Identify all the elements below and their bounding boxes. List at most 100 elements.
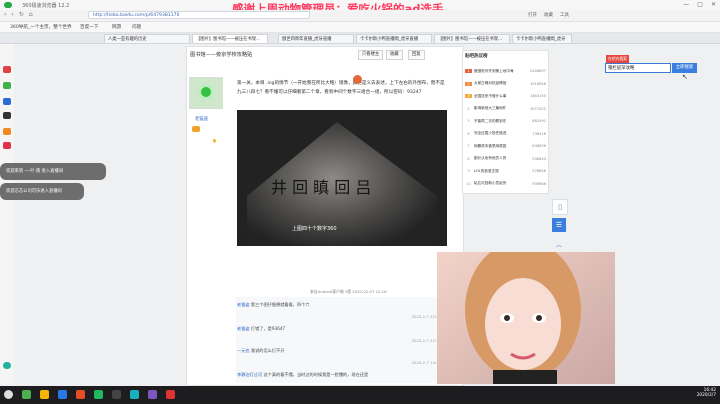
close-icon[interactable]: ✕ bbox=[711, 1, 716, 8]
gift-icon[interactable] bbox=[3, 128, 11, 135]
home-icon[interactable]: ⌂ bbox=[29, 11, 33, 18]
app-icon[interactable] bbox=[112, 390, 121, 399]
hot-label: LOL的英语正规 bbox=[474, 168, 499, 173]
list-item[interactable]: 3 全国送来不做什么事 1483150 bbox=[465, 90, 546, 103]
hot-count: 1918658 bbox=[529, 81, 546, 86]
list-item[interactable]: 1 傲慢机舟开到第上地中海 2248697 bbox=[465, 65, 546, 78]
comment-user[interactable]: 老猫盗 bbox=[237, 326, 250, 331]
browser-tab-active[interactable]: 【图片】图书馆——被压在书架... bbox=[192, 34, 268, 43]
weibo-icon[interactable] bbox=[3, 66, 11, 73]
back-to-top-icon[interactable]: ︿ bbox=[552, 240, 566, 250]
hot-label: 傲慢机舟开到第上地中海 bbox=[474, 68, 514, 73]
hot-count: 646836 bbox=[532, 144, 546, 149]
hot-label: 完全应国少投任候选 bbox=[474, 131, 507, 136]
app-icon[interactable] bbox=[3, 98, 11, 105]
minimize-icon[interactable]: — bbox=[683, 1, 689, 8]
list-item[interactable]: 7 网暴资本被禁用原因 646836 bbox=[465, 140, 546, 153]
settings-icon[interactable] bbox=[3, 362, 11, 369]
bookmark-item[interactable]: 360导航_一个主页，整个世界 bbox=[10, 24, 72, 30]
bookmark-item[interactable]: 百度一下 bbox=[80, 24, 98, 30]
share-icon[interactable]: ▯ bbox=[552, 199, 568, 215]
bookmark-item[interactable]: 网游 bbox=[112, 24, 121, 30]
author-name[interactable]: 老猫盗 bbox=[195, 116, 208, 122]
browser-icon[interactable] bbox=[22, 390, 31, 399]
level-badge-icon bbox=[192, 126, 200, 132]
browser-tab[interactable]: 傲世四周年直播_虎牙直播 bbox=[278, 34, 354, 43]
cursor-icon: ↖ bbox=[682, 73, 688, 81]
list-item[interactable]: 9 LOL的英语正规 576846 bbox=[465, 165, 546, 178]
comment-user[interactable]: 李静泊打过河 bbox=[237, 372, 262, 377]
hot-count: 1483150 bbox=[529, 94, 546, 99]
hot-count: 576846 bbox=[532, 169, 546, 174]
window-title: 360极速浏览器 12.2 bbox=[22, 3, 70, 9]
browser-tab[interactable]: 【图片】图书馆——被压在书架... bbox=[434, 34, 510, 43]
comment-user[interactable]: 老猫盗 bbox=[237, 302, 250, 307]
stone-tablet-image: 井 回 瞋 回 吕 bbox=[237, 110, 447, 246]
webcam-overlay bbox=[437, 252, 615, 384]
post-image[interactable]: 井 回 瞋 回 吕 上图四十个数字360 bbox=[237, 110, 447, 246]
avatar[interactable] bbox=[189, 77, 223, 109]
bookmark-item[interactable]: 问题 bbox=[132, 24, 141, 30]
hot-list: 贴吧热议榜 1 傲慢机舟开到第上地中海 2248697 2 大家正确对抗疫情指 … bbox=[462, 50, 549, 194]
svg-text:井 回 瞋 回 吕: 井 回 瞋 回 吕 bbox=[271, 178, 371, 197]
list-item: 老猫盗 第三个图仔细想就看看，四个六 2020-2-7 22:20 bbox=[237, 302, 441, 319]
browser-tab[interactable]: 卡卡尔斯小鸭直播間_虎牙 bbox=[512, 34, 572, 43]
list-item[interactable]: 6 完全应国少投任候选 736418 bbox=[465, 128, 546, 141]
start-icon[interactable] bbox=[4, 390, 13, 399]
tab-strip: 人类一些有趣的历史 【图片】图书馆——被压在书架... 傲世四周年直播_虎牙直播… bbox=[0, 33, 720, 44]
hot-count: 736418 bbox=[532, 131, 546, 136]
back-icon[interactable]: ‹ bbox=[4, 11, 6, 18]
hot-label: 大家正确对抗疫情指 bbox=[474, 81, 507, 86]
comment-time: 2020-2-7 22:20 bbox=[411, 314, 441, 319]
forward-icon[interactable]: › bbox=[11, 11, 13, 18]
comment-icon[interactable]: ☰ bbox=[552, 218, 566, 232]
list-item[interactable]: 8 副长认危有他员人的 546644 bbox=[465, 153, 546, 166]
search-input[interactable]: 猪栏层深攻略 bbox=[605, 63, 671, 73]
reply-button[interactable]: 回复 bbox=[408, 50, 425, 60]
app-icon[interactable] bbox=[166, 390, 175, 399]
reload-icon[interactable]: ↻ bbox=[19, 11, 24, 18]
rank: 1 bbox=[465, 69, 472, 74]
list-item: 一元也 我说的怎么打不开 2020-2-7 14:37 bbox=[237, 348, 441, 365]
toolbar-favorites[interactable]: 收藏 bbox=[544, 12, 553, 18]
search-button[interactable]: 立即搜索 bbox=[672, 63, 697, 73]
toolbar-tools[interactable]: 工具 bbox=[560, 12, 569, 18]
list-item[interactable]: 2 大家正确对抗疫情指 1918658 bbox=[465, 78, 546, 91]
app-icon[interactable] bbox=[130, 390, 139, 399]
browser-tab[interactable]: 卡卡尔斯小鸭直播間_虎牙直播 bbox=[356, 34, 432, 43]
browser-tab[interactable]: 人类一些有趣的历史 bbox=[104, 34, 190, 43]
folder-icon[interactable] bbox=[40, 390, 49, 399]
nav-buttons: ‹ › ↻ ⌂ bbox=[4, 11, 33, 18]
app-icon[interactable] bbox=[3, 142, 11, 149]
hot-count: 1071522 bbox=[529, 106, 546, 111]
app-icon[interactable] bbox=[3, 112, 11, 119]
app-icon[interactable] bbox=[76, 390, 85, 399]
list-item[interactable]: 5 不能再二次的看到东 882491 bbox=[465, 115, 546, 128]
toolbar-open[interactable]: 打开 bbox=[528, 12, 537, 18]
star-icon: ✸ bbox=[212, 138, 218, 145]
hot-list-items: 1 傲慢机舟开到第上地中海 2248697 2 大家正确对抗疫情指 191865… bbox=[465, 65, 546, 190]
comment-text: 打错了，是93647 bbox=[250, 326, 286, 331]
app-icon[interactable] bbox=[58, 390, 67, 399]
comment-text: 这个真的看不懂，当时过的时候我是一脸懵的，现在还是 bbox=[263, 372, 369, 377]
app-icon[interactable] bbox=[3, 82, 11, 89]
streamer-camera bbox=[437, 252, 615, 384]
post-meta: 来自Android客户端 3楼 2020-02-07 22:16 bbox=[310, 289, 387, 294]
hot-label: 影响新冠大三篇地矿 bbox=[474, 106, 507, 111]
comment-time: 2020-2-7 22:22 bbox=[411, 338, 441, 343]
maximize-icon[interactable]: □ bbox=[697, 1, 703, 8]
comment-text: 第三个图仔细想就看看，四个六 bbox=[250, 302, 310, 307]
emoji-icon bbox=[353, 75, 362, 84]
address-bar[interactable]: http://tieba.baidu.com/p/6479381176 bbox=[88, 11, 310, 19]
app-icon[interactable] bbox=[148, 390, 157, 399]
comment-time: 2020-2-7 14:37 bbox=[411, 360, 441, 365]
list-item[interactable]: 4 影响新冠大三篇地矿 1071522 bbox=[465, 103, 546, 116]
rank: 3 bbox=[465, 94, 472, 99]
comment-user[interactable]: 一元也 bbox=[237, 348, 250, 353]
clock-date: 2020/2/7 bbox=[696, 393, 716, 398]
favorite-button[interactable]: 收藏 bbox=[386, 50, 403, 60]
app-icon[interactable] bbox=[94, 390, 103, 399]
only-author-button[interactable]: 只看楼主 bbox=[358, 50, 384, 60]
avatar-image bbox=[201, 87, 211, 97]
list-item[interactable]: 10 粘达可回新小意赵的 939866 bbox=[465, 178, 546, 191]
